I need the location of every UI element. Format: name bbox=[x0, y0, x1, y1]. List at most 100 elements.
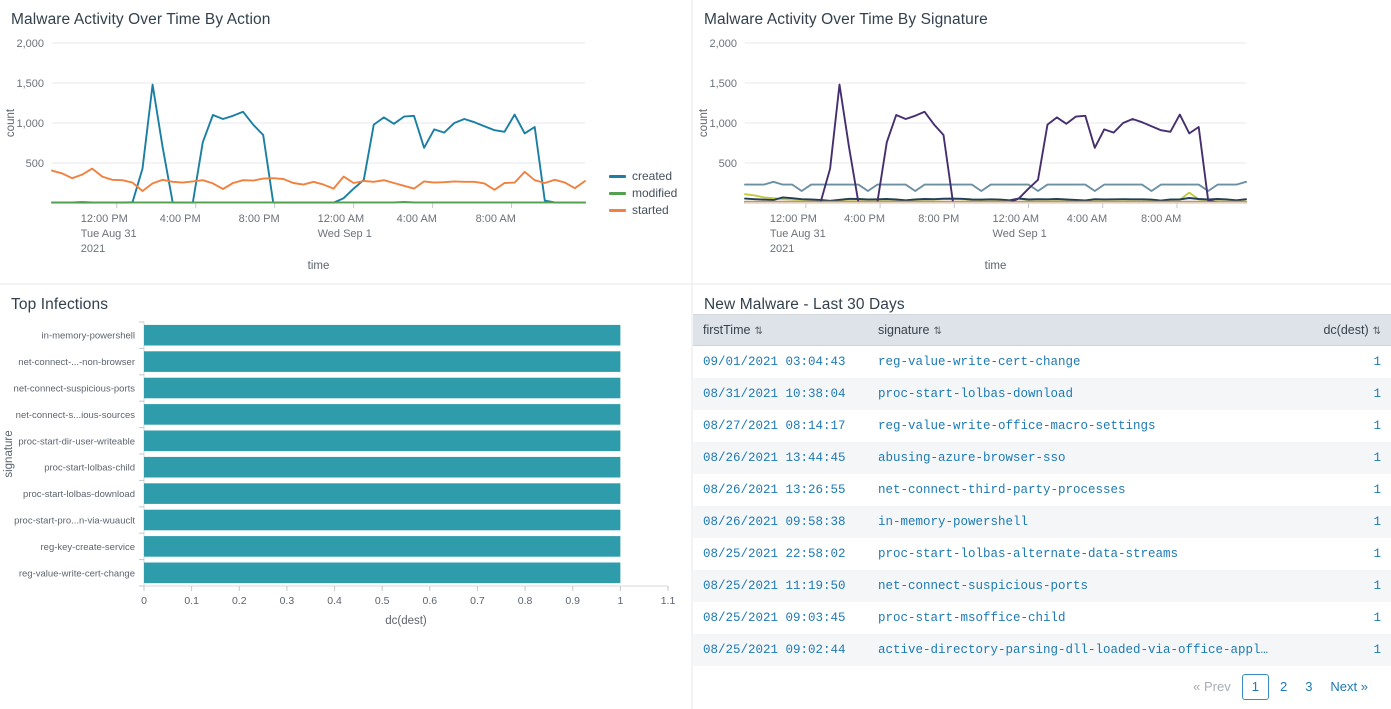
dashboard: Malware Activity Over Time By Action 500… bbox=[0, 0, 1391, 709]
svg-text:net-connect-s...ious-sources: net-connect-s...ious-sources bbox=[16, 410, 136, 421]
table-cell-dcdest[interactable]: 1 bbox=[1281, 410, 1391, 442]
svg-text:time: time bbox=[985, 260, 1007, 272]
table-cell-firsttime[interactable]: 08/26/2021 09:58:38 bbox=[693, 506, 868, 538]
panel-title-action-chart: Malware Activity Over Time By Action bbox=[11, 11, 271, 28]
table-cell-dcdest[interactable]: 1 bbox=[1281, 570, 1391, 602]
svg-text:0: 0 bbox=[141, 595, 147, 607]
table-row[interactable]: 08/25/2021 09:02:44 active-directory-pars… bbox=[693, 634, 1391, 666]
svg-text:500: 500 bbox=[719, 158, 737, 170]
table-header-label: firstTime bbox=[703, 323, 751, 337]
table-header-label: dc(dest) bbox=[1323, 323, 1369, 337]
table-row[interactable]: 08/26/2021 13:26:55 net-connect-third-par… bbox=[693, 474, 1391, 506]
line-chart-action[interactable]: 500 1,000 1,500 2,000 count 12:00 PM Tue Aug 3… bbox=[0, 29, 691, 279]
table-cell-firsttime[interactable]: 08/25/2021 22:58:02 bbox=[693, 538, 868, 570]
table-cell-firsttime[interactable]: 08/25/2021 09:03:45 bbox=[693, 602, 868, 634]
table-cell-signature[interactable]: active-directory-parsing-dll-loaded-via-… bbox=[868, 634, 1281, 666]
legend-color-swatch bbox=[609, 174, 626, 178]
table-cell-dcdest[interactable]: 1 bbox=[1281, 538, 1391, 570]
table-body: 09/01/2021 03:04:43 reg-value-write-cert-… bbox=[693, 345, 1391, 666]
pagination-next[interactable]: Next » bbox=[1321, 674, 1377, 700]
table-row[interactable]: 08/26/2021 13:44:45 abusing-azure-browser… bbox=[693, 442, 1391, 474]
table-header-firsttime[interactable]: firstTime ⇅ bbox=[693, 314, 868, 346]
table-row[interactable]: 08/25/2021 22:58:02 proc-start-lolbas-alt… bbox=[693, 538, 1391, 570]
svg-text:proc-start-lolbas-child: proc-start-lolbas-child bbox=[44, 463, 135, 474]
table-cell-signature[interactable]: net-connect-suspicious-ports bbox=[868, 570, 1281, 602]
table-header-dcdest[interactable]: dc(dest) ⇅ bbox=[1281, 314, 1391, 346]
svg-text:12:00 AM: 12:00 AM bbox=[993, 213, 1039, 225]
svg-text:2,000: 2,000 bbox=[16, 38, 44, 50]
table-cell-signature[interactable]: proc-start-lolbas-download bbox=[868, 378, 1281, 410]
table-cell-firsttime[interactable]: 08/26/2021 13:26:55 bbox=[693, 474, 868, 506]
sort-icon[interactable]: ⇅ bbox=[933, 326, 941, 337]
sort-icon[interactable]: ⇅ bbox=[1373, 326, 1381, 337]
svg-text:0.8: 0.8 bbox=[518, 595, 533, 607]
table-cell-signature[interactable]: reg-value-write-office-macro-settings bbox=[868, 410, 1281, 442]
svg-text:net-connect-suspicious-ports: net-connect-suspicious-ports bbox=[14, 384, 136, 395]
sort-icon[interactable]: ⇅ bbox=[754, 326, 762, 337]
bar-chart-svg: in-memory-powershell net-connect-...-non-… bbox=[3, 321, 676, 627]
table-row[interactable]: 08/26/2021 09:58:38 in-memory-powershell 1 bbox=[693, 506, 1391, 538]
svg-text:0.4: 0.4 bbox=[327, 595, 342, 607]
table-cell-signature[interactable]: in-memory-powershell bbox=[868, 506, 1281, 538]
table-cell-dcdest[interactable]: 1 bbox=[1281, 506, 1391, 538]
table-cell-dcdest[interactable]: 1 bbox=[1281, 346, 1391, 379]
svg-text:in-memory-powershell: in-memory-powershell bbox=[42, 331, 135, 342]
svg-text:reg-value-write-cert-change: reg-value-write-cert-change bbox=[19, 568, 135, 579]
svg-text:8:00 PM: 8:00 PM bbox=[918, 213, 959, 225]
svg-text:1: 1 bbox=[617, 595, 623, 607]
svg-text:Tue Aug 31: Tue Aug 31 bbox=[770, 228, 826, 240]
legend-item-label: started bbox=[632, 203, 669, 217]
svg-text:2021: 2021 bbox=[81, 243, 105, 255]
table-cell-dcdest[interactable]: 1 bbox=[1281, 378, 1391, 410]
legend-color-swatch bbox=[609, 208, 626, 212]
legend-action-chart[interactable]: created modified started bbox=[609, 169, 677, 220]
legend-item-label: modified bbox=[632, 186, 678, 200]
pagination-prev[interactable]: « Prev bbox=[1184, 674, 1240, 700]
table-cell-signature[interactable]: proc-start-lolbas-alternate-data-streams bbox=[868, 538, 1281, 570]
line-chart-signature[interactable]: 500 1,000 1,500 2,000 count 12:00 PM Tue Aug 3… bbox=[693, 29, 1391, 279]
table-cell-dcdest[interactable]: 1 bbox=[1281, 634, 1391, 666]
svg-text:Wed Sep 1: Wed Sep 1 bbox=[318, 228, 372, 240]
table-cell-signature[interactable]: proc-start-msoffice-child bbox=[868, 602, 1281, 634]
svg-text:500: 500 bbox=[26, 158, 44, 170]
svg-text:4:00 AM: 4:00 AM bbox=[397, 213, 437, 225]
table-header-label: signature bbox=[878, 323, 930, 337]
table-pagination[interactable]: « Prev 1 2 3 Next » bbox=[693, 666, 1391, 709]
new-malware-table: firstTime ⇅ signature ⇅ dc(dest) ⇅ 09/01/2021… bbox=[693, 314, 1391, 666]
table-cell-firsttime[interactable]: 08/26/2021 13:44:45 bbox=[693, 442, 868, 474]
table-row[interactable]: 08/25/2021 09:03:45 proc-start-msoffice-c… bbox=[693, 602, 1391, 634]
table-cell-signature[interactable]: net-connect-third-party-processes bbox=[868, 474, 1281, 506]
legend-item[interactable]: modified bbox=[609, 186, 677, 200]
panel-top-infections: Top Infections in-memory-powershell net-c… bbox=[0, 285, 693, 709]
table-cell-firsttime[interactable]: 08/25/2021 09:02:44 bbox=[693, 634, 868, 666]
svg-text:0.3: 0.3 bbox=[280, 595, 295, 607]
table-cell-dcdest[interactable]: 1 bbox=[1281, 602, 1391, 634]
table-cell-dcdest[interactable]: 1 bbox=[1281, 442, 1391, 474]
table-cell-firsttime[interactable]: 08/27/2021 08:14:17 bbox=[693, 410, 868, 442]
table-row[interactable]: 08/27/2021 08:14:17 reg-value-write-offic… bbox=[693, 410, 1391, 442]
table-header-row: firstTime ⇅ signature ⇅ dc(dest) ⇅ bbox=[693, 314, 1391, 346]
svg-text:2021: 2021 bbox=[770, 243, 794, 255]
pagination-page-1[interactable]: 1 bbox=[1241, 674, 1269, 700]
table-row[interactable]: 08/31/2021 10:38:04 proc-start-lolbas-dow… bbox=[693, 378, 1391, 410]
panel-title-signature-chart: Malware Activity Over Time By Signature bbox=[704, 11, 988, 28]
table-cell-dcdest[interactable]: 1 bbox=[1281, 474, 1391, 506]
svg-text:1.1: 1.1 bbox=[661, 595, 676, 607]
bar-chart-top-infections[interactable]: in-memory-powershell net-connect-...-non-… bbox=[0, 314, 691, 644]
table-row[interactable]: 09/01/2021 03:04:43 reg-value-write-cert-… bbox=[693, 345, 1391, 379]
table-cell-firsttime[interactable]: 09/01/2021 03:04:43 bbox=[693, 346, 868, 379]
pagination-page-3[interactable]: 3 bbox=[1296, 674, 1321, 700]
svg-text:12:00 AM: 12:00 AM bbox=[318, 213, 364, 225]
legend-item[interactable]: started bbox=[609, 203, 677, 217]
svg-text:count: count bbox=[5, 108, 17, 137]
table-cell-signature[interactable]: abusing-azure-browser-sso bbox=[868, 442, 1281, 474]
legend-item[interactable]: created bbox=[609, 169, 677, 183]
table-cell-firsttime[interactable]: 08/25/2021 11:19:50 bbox=[693, 570, 868, 602]
svg-text:0.7: 0.7 bbox=[470, 595, 485, 607]
table-header-signature[interactable]: signature ⇅ bbox=[868, 314, 1281, 346]
table-cell-firsttime[interactable]: 08/31/2021 10:38:04 bbox=[693, 378, 868, 410]
pagination-page-2[interactable]: 2 bbox=[1271, 674, 1296, 700]
svg-text:Tue Aug 31: Tue Aug 31 bbox=[81, 228, 137, 240]
table-row[interactable]: 08/25/2021 11:19:50 net-connect-suspiciou… bbox=[693, 570, 1391, 602]
table-cell-signature[interactable]: reg-value-write-cert-change bbox=[868, 346, 1281, 379]
